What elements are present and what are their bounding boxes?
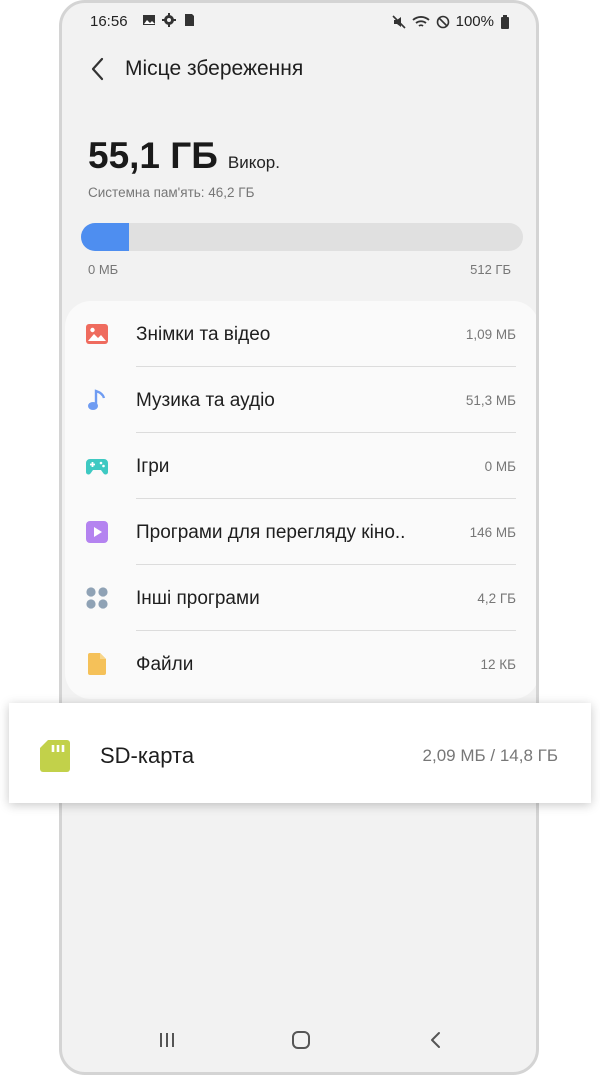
- category-label: Знімки та відео: [136, 324, 271, 345]
- category-size: 146 МБ: [469, 525, 516, 540]
- file-icon: [88, 653, 106, 675]
- navigation-bar: [62, 1022, 536, 1058]
- category-size: 0 МБ: [484, 459, 516, 474]
- battery-icon: [501, 14, 509, 29]
- do-not-disturb-icon: [436, 15, 449, 28]
- category-size: 12 КБ: [480, 657, 517, 672]
- status-time: 16:56: [90, 13, 128, 30]
- recent-apps-icon: [160, 1033, 174, 1047]
- settings-notification-icon: [162, 13, 176, 27]
- page-title: Місце збереження: [125, 57, 304, 80]
- category-size: 51,3 МБ: [465, 393, 516, 408]
- system-memory: Системна пам'ять: 46,2 ГБ: [88, 185, 255, 200]
- category-size: 1,09 МБ: [465, 327, 516, 342]
- recent-apps-button[interactable]: [147, 1022, 187, 1058]
- storage-categories-card: Знімки та відео 1,09 МБ Музика та аудіо …: [65, 301, 536, 699]
- category-images[interactable]: Знімки та відео 1,09 МБ: [65, 301, 536, 367]
- category-other-apps[interactable]: Інші програми 4,2 ГБ: [65, 565, 536, 631]
- home-button[interactable]: [281, 1022, 321, 1058]
- gallery-notification-icon: [143, 15, 155, 25]
- category-files[interactable]: Файли 12 КБ: [65, 631, 536, 697]
- category-music[interactable]: Музика та аудіо 51,3 МБ: [65, 367, 536, 433]
- storage-used: 55,1 ГБ Викор.: [88, 135, 280, 177]
- bar-min-label: 0 МБ: [88, 262, 119, 277]
- category-label: Інші програми: [136, 588, 260, 609]
- sd-card-label: SD-карта: [100, 743, 195, 768]
- sd-card-size: 2,09 МБ / 14,8 ГБ: [422, 746, 558, 765]
- used-value: 55,1 ГБ: [88, 135, 218, 176]
- back-arrow-icon[interactable]: [84, 55, 112, 83]
- music-note-icon: [88, 389, 106, 410]
- battery-percent: 100%: [455, 13, 494, 30]
- sd-card-row[interactable]: SD-карта 2,09 МБ / 14,8 ГБ: [9, 703, 591, 803]
- used-label: Викор.: [227, 153, 280, 172]
- sd-notification-icon: [185, 14, 194, 26]
- nav-back-button[interactable]: [416, 1022, 456, 1058]
- gamepad-icon: [86, 459, 108, 475]
- nav-back-icon: [431, 1032, 440, 1048]
- image-icon: [86, 324, 108, 344]
- category-games[interactable]: Ігри 0 МБ: [65, 433, 536, 499]
- app-bar: Місце збереження: [62, 49, 536, 89]
- phone-frame: 16:56 100% Місце збереження 55,1 ГБ Вико…: [59, 0, 539, 1075]
- category-label: Файли: [136, 654, 194, 675]
- category-label: Програми для перегляду кіно..: [136, 522, 406, 543]
- sd-card-icon: [40, 740, 70, 772]
- apps-grid-icon: [86, 587, 108, 609]
- category-video-apps[interactable]: Програми для перегляду кіно.. 146 МБ: [65, 499, 536, 565]
- bar-max-label: 512 ГБ: [470, 262, 511, 277]
- home-icon: [292, 1031, 310, 1049]
- category-size: 4,2 ГБ: [477, 591, 516, 606]
- storage-progress-bar: [81, 223, 523, 251]
- mute-icon: [392, 14, 406, 29]
- category-label: Ігри: [136, 456, 170, 477]
- video-play-icon: [86, 521, 108, 543]
- status-bar: 16:56 100%: [62, 9, 536, 35]
- category-label: Музика та аудіо: [136, 390, 275, 411]
- storage-progress-fill: [81, 223, 129, 251]
- wifi-icon: [412, 15, 430, 27]
